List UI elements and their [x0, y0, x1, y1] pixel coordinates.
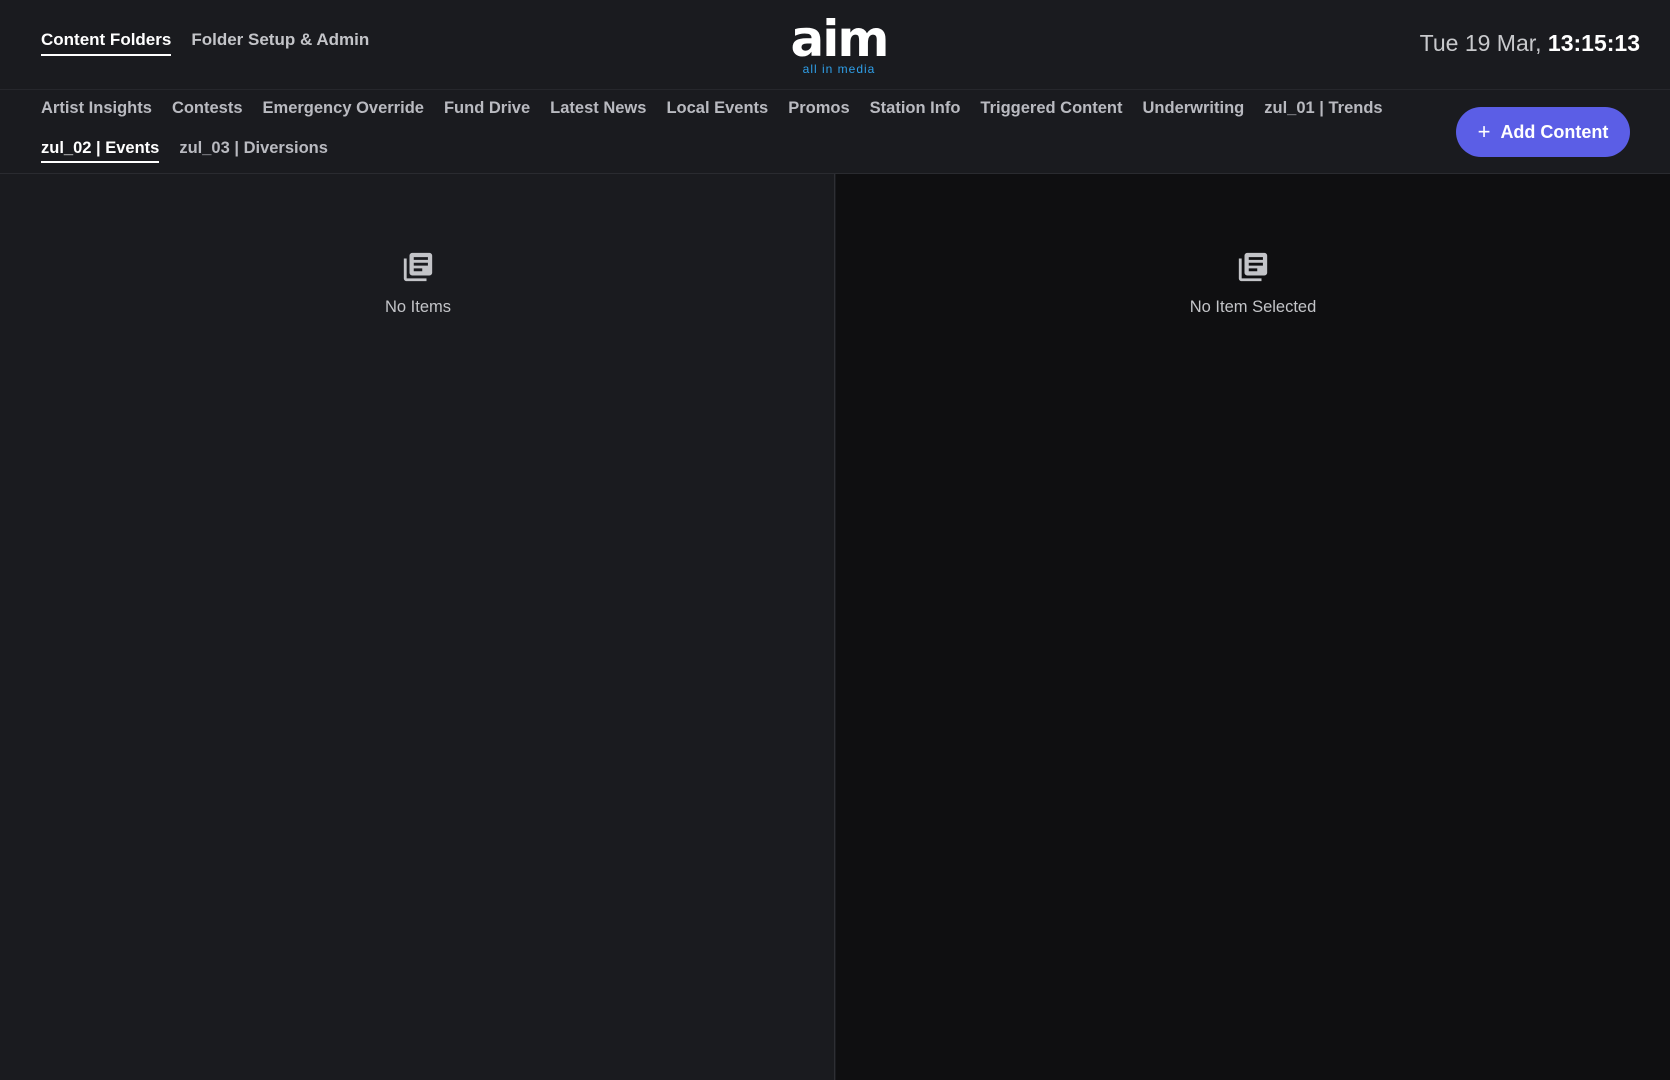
- clock-time: 13:15:13: [1547, 30, 1640, 56]
- item-detail-panel: No Item Selected: [836, 174, 1670, 1080]
- folder-tab-underwriting[interactable]: Underwriting: [1143, 99, 1245, 123]
- folder-tab-triggered-content[interactable]: Triggered Content: [980, 99, 1122, 123]
- logo-tagline: all in media: [802, 62, 876, 76]
- folder-tab-fund-drive[interactable]: Fund Drive: [444, 99, 530, 123]
- empty-detail-state: No Item Selected: [1153, 250, 1353, 317]
- content-list-panel: No Items: [0, 174, 835, 1080]
- folder-tab-contests[interactable]: Contests: [172, 99, 243, 123]
- library-books-icon: [403, 252, 433, 282]
- folder-tab-local-events[interactable]: Local Events: [666, 99, 768, 123]
- clock-date: Tue 19 Mar,: [1419, 30, 1542, 56]
- aim-logo: aim all in media: [786, 14, 896, 76]
- logo-wordmark: aim: [790, 10, 890, 68]
- folder-tab-station-info[interactable]: Station Info: [870, 99, 961, 123]
- tab-content-folders[interactable]: Content Folders: [41, 30, 172, 56]
- add-content-button[interactable]: + Add Content: [1456, 107, 1630, 157]
- folder-tab-zul-03-diversions[interactable]: zul_03 | Diversions: [179, 139, 328, 163]
- folder-tabs: Artist Insights Contests Emergency Overr…: [41, 99, 1411, 163]
- folder-tab-emergency-override[interactable]: Emergency Override: [263, 99, 424, 123]
- tab-folder-setup-admin[interactable]: Folder Setup & Admin: [191, 30, 369, 56]
- main-tabs: Content Folders Folder Setup & Admin: [41, 30, 369, 56]
- clock: Tue 19 Mar, 13:15:13: [1420, 30, 1640, 57]
- plus-icon: +: [1477, 119, 1491, 144]
- folder-tab-zul-02-events[interactable]: zul_02 | Events: [41, 139, 160, 163]
- folder-tab-latest-news[interactable]: Latest News: [550, 99, 646, 123]
- library-books-icon: [1238, 252, 1268, 282]
- folder-tab-zul-01-trends[interactable]: zul_01 | Trends: [1264, 99, 1382, 123]
- folder-tab-artist-insights[interactable]: Artist Insights: [41, 99, 152, 123]
- empty-list-text: No Items: [384, 298, 452, 316]
- empty-detail-text: No Item Selected: [1189, 298, 1317, 316]
- add-content-label: Add Content: [1500, 121, 1609, 142]
- folder-tab-promos[interactable]: Promos: [788, 99, 849, 123]
- folder-bar: Artist Insights Contests Emergency Overr…: [0, 90, 1670, 174]
- top-bar: Content Folders Folder Setup & Admin aim…: [0, 0, 1670, 90]
- empty-list-state: No Items: [318, 250, 518, 317]
